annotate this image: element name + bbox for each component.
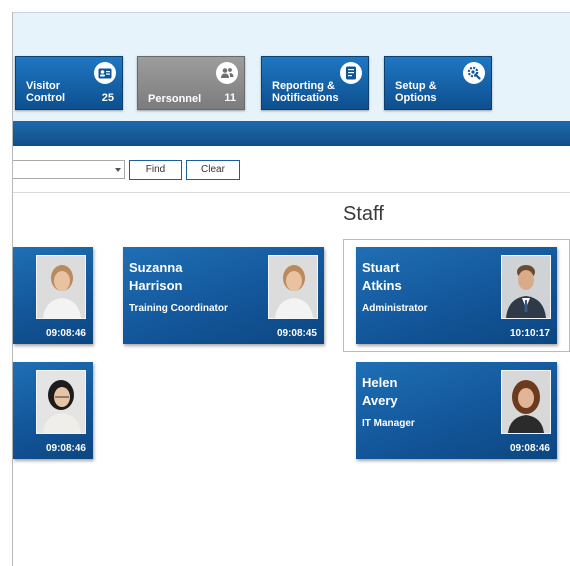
nav-tile-label: Reporting & Notifications [272, 80, 339, 104]
staff-card[interactable]: Helen Avery IT Manager 09:08:46 [356, 362, 557, 459]
staff-photo [36, 255, 86, 319]
staff-card[interactable]: 09:08:46 [13, 362, 93, 459]
nav-tile-label: Visitor Control [26, 80, 66, 104]
staff-time: 09:08:45 [276, 328, 317, 339]
search-combobox[interactable] [13, 160, 125, 179]
clear-button[interactable]: Clear [186, 160, 240, 180]
staff-role: IT Manager [362, 418, 415, 429]
nav-tile-setup-options[interactable]: Setup & Options [384, 56, 492, 110]
staff-name: Stuart Atkins [362, 260, 402, 293]
chevron-down-icon[interactable] [115, 168, 121, 172]
staff-name: Suzanna Harrison [129, 260, 183, 293]
staff-role: Administrator [362, 303, 428, 314]
staff-time: 10:10:17 [509, 328, 550, 339]
section-title: Staff [343, 203, 384, 225]
staff-photo [36, 370, 86, 434]
people-icon [216, 62, 238, 84]
staff-time: 09:08:46 [509, 443, 550, 454]
staff-photo [268, 255, 318, 319]
report-icon [340, 62, 362, 84]
nav-tile-count: 25 [101, 92, 114, 104]
nav-tile-visitor-control[interactable]: Visitor Control 25 [15, 56, 123, 110]
nav-tile-label: Personnel [148, 93, 202, 105]
staff-name: Helen Avery [362, 375, 398, 408]
staff-photo [501, 255, 551, 319]
navigation-bar [13, 121, 570, 146]
visitor-badge-icon [94, 62, 116, 84]
staff-card[interactable]: Stuart Atkins Administrator 10:10:17 [356, 247, 557, 344]
settings-icon [463, 62, 485, 84]
staff-photo [501, 370, 551, 434]
find-button[interactable]: Find [129, 160, 182, 180]
staff-role: Training Coordinator [129, 303, 228, 314]
nav-tile-count: 11 [224, 92, 236, 104]
staff-card[interactable]: Suzanna Harrison Training Coordinator 09… [123, 247, 324, 344]
staff-time: 09:08:46 [45, 443, 86, 454]
nav-tile-label: Setup & Options [395, 80, 437, 104]
staff-card[interactable]: 09:08:46 [13, 247, 93, 344]
nav-tile-reporting-notifications[interactable]: Reporting & Notifications [261, 56, 369, 110]
staff-time: 09:08:46 [45, 328, 86, 339]
nav-tile-personnel[interactable]: Personnel 11 [137, 56, 245, 110]
